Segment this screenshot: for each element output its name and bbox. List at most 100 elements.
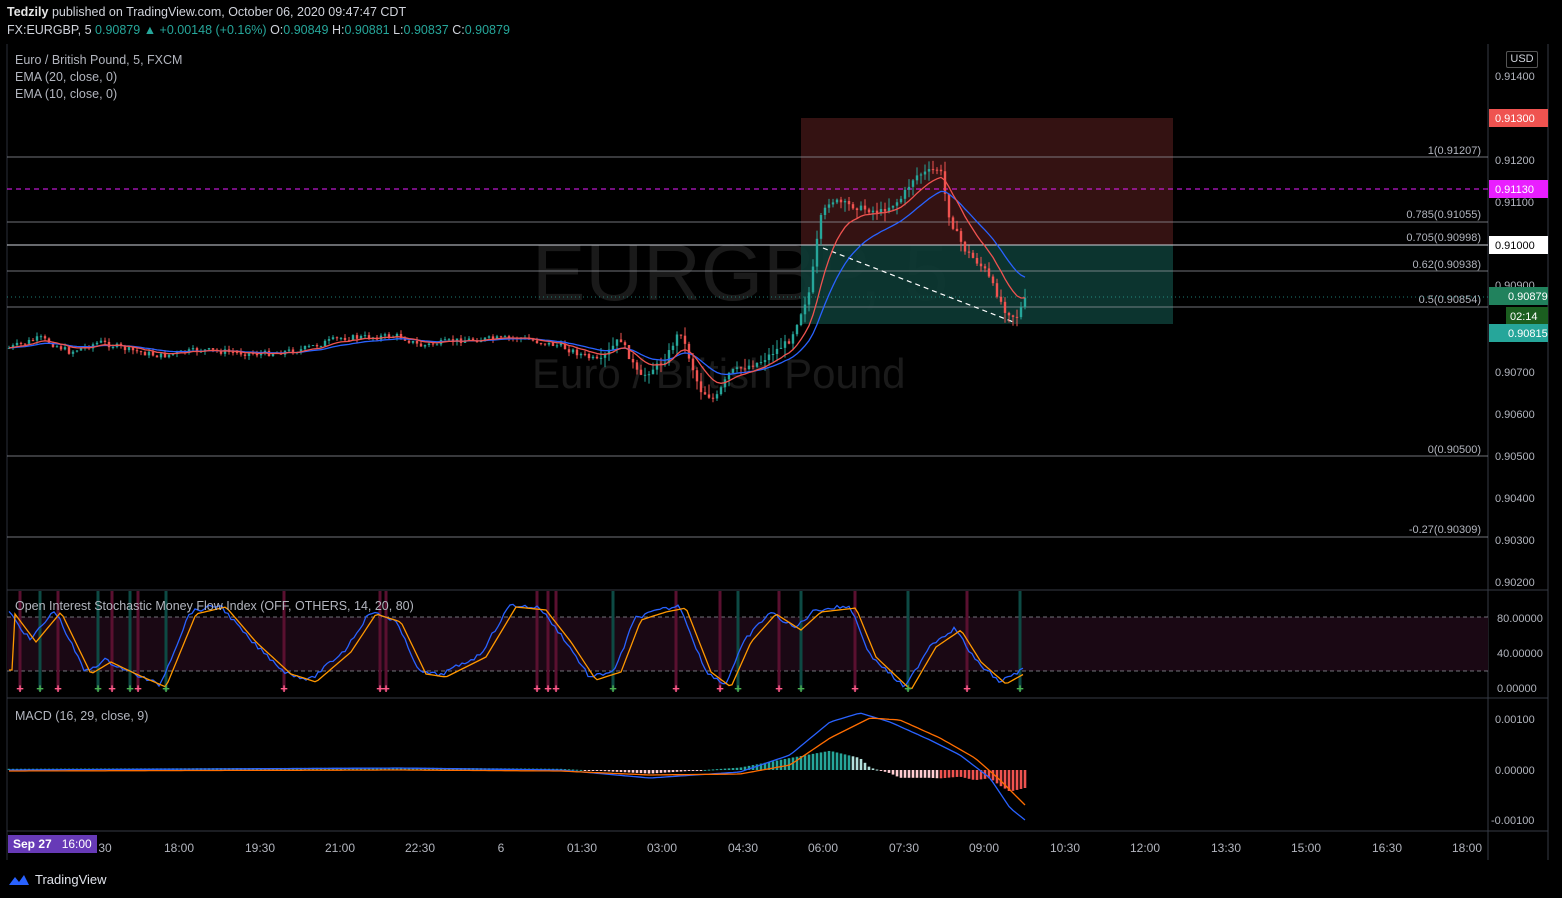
macd-hist-bar [715,769,719,771]
time-tick: 13:30 [1211,841,1241,855]
macd-hist-bar [851,756,855,770]
candle-body [539,343,543,345]
candle-body [927,169,931,172]
price-tick: 0.90500 [1495,451,1535,463]
time-tick: 21:00 [325,841,355,855]
macd-hist-bar [915,770,919,778]
candle-body [671,345,675,351]
candle-body [235,351,239,353]
candle-body [147,351,151,356]
macd-hist-bar [587,770,591,771]
candle-body [683,335,687,344]
ema10-legend[interactable]: EMA (10, close, 0) [15,87,117,101]
chart-canvas[interactable]: EURGBP, 5 Euro / British Pound 1(0.91207… [0,0,1562,898]
macd-hist-bar [911,770,915,778]
macd-hist-bar [579,769,583,771]
candle-body [743,368,747,370]
target-zone[interactable] [801,118,1173,245]
time-tick: 12:00 [1130,841,1160,855]
macd-hist-bar [855,757,859,770]
candle-body [811,266,815,293]
candle-body [599,357,603,359]
stoch-cross-marker: + [54,681,62,696]
time-tick: 19:30 [245,841,275,855]
candle-body [823,207,827,216]
stoch-cross-marker: + [904,681,912,696]
stoch-axis[interactable]: 80.00000 40.00000 0.00000 [1497,613,1543,695]
candle-body [907,186,911,190]
macd-hist-bar [951,770,955,778]
macd-tick: 0.00100 [1495,714,1535,726]
stoch-signal-bar [718,591,722,691]
macd-hist-bar [1015,770,1019,790]
ema20-legend[interactable]: EMA (20, close, 0) [15,70,117,84]
macd-hist-bar [863,762,867,770]
macd-hist-bar [675,770,679,772]
macd-hist-bar [711,769,715,771]
macd-axis[interactable]: 0.00100 0.00000 -0.00100 [1491,714,1535,827]
fib-label-0: 0(0.90500) [1428,444,1481,456]
candle-body [847,201,851,205]
macd-hist-bar [943,770,947,778]
candle-body [419,343,423,347]
macd-hist-bar [739,767,743,770]
time-tick: 03:00 [647,841,677,855]
candle-body [143,352,147,356]
stoch-cross-marker: + [797,681,805,696]
stoch-legend[interactable]: Open Interest Stochastic Money Flow Inde… [15,599,414,613]
candle-body [431,343,435,345]
stop-zone[interactable] [801,245,1173,324]
time-tick: 07:30 [889,841,919,855]
candle-body [635,362,639,370]
macd-hist-bar [631,770,635,773]
candle-body [851,204,855,209]
tradingview-cloud-icon [9,874,29,885]
macd-hist-bar [807,754,811,770]
macd-hist-bar [599,770,603,771]
candle-body [799,314,803,326]
main-pane[interactable] [7,44,1488,590]
candle-body [287,349,291,351]
candle-body [875,210,879,213]
candle-body [815,238,819,267]
macd-legend[interactable]: MACD (16, 29, close, 9) [15,709,148,723]
stoch-cross-marker: + [36,681,44,696]
candle-body [863,205,867,210]
macd-hist-bar [903,770,907,778]
candle-body [499,336,503,338]
candle-body [59,346,63,350]
macd-hist-bar [963,770,967,778]
candle-body [327,339,331,341]
stoch-cross-marker: + [280,681,288,696]
macd-hist-bar [611,770,615,772]
candle-body [843,201,847,203]
candle-body [503,336,507,338]
macd-hist-bar [647,770,651,774]
candle-body [987,268,991,277]
candle-body [343,337,347,341]
time-tick: 6 [498,841,505,855]
stoch-cross-markers: + + + + + + + + + ++ + + + + + + + + + + + + + [16,681,1024,696]
candle-body [487,336,491,338]
candle-body [967,251,971,253]
candle-body [55,346,59,348]
macd-hist-bar [575,769,579,771]
macd-hist-bar [899,770,903,778]
currency-button[interactable]: USD [1506,51,1538,68]
macd-hist-bar [879,770,883,771]
stoch-cross-marker: + [609,681,617,696]
macd-hist-bar [679,770,683,772]
time-axis[interactable]: 30 18:00 19:30 21:00 22:30 6 01:30 03:00… [98,841,1482,855]
stoch-cross-marker: + [775,681,783,696]
candle-body [567,349,571,353]
candle-body [627,345,631,359]
fib-label-neg027: -0.27(0.90309) [1409,524,1481,536]
candle-body [307,345,311,347]
candle-body [591,356,595,359]
tradingview-logo[interactable]: TradingView [7,872,107,887]
series-title[interactable]: Euro / British Pound, 5, FXCM [15,53,182,67]
macd-hist-bar [707,769,711,771]
stoch-signal-bar [777,591,781,691]
stoch-cross-marker: + [544,681,552,696]
macd-signal-line [9,717,1026,806]
